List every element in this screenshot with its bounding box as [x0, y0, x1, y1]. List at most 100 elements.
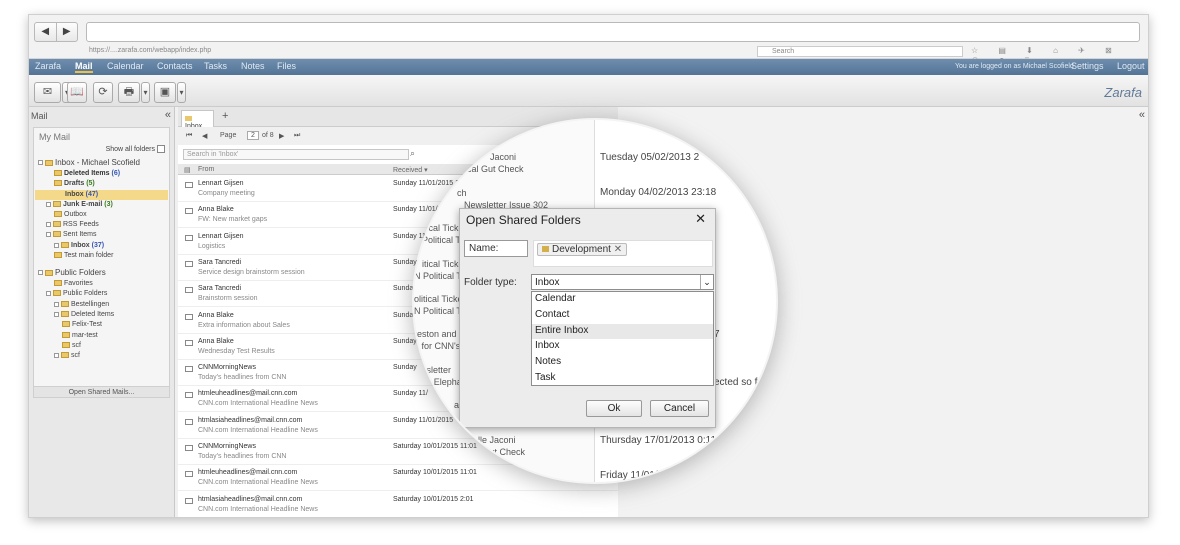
option-task[interactable]: Task [532, 371, 713, 387]
view-button[interactable]: ▣ [154, 82, 176, 103]
show-all-folders[interactable]: Show all folders [106, 145, 165, 153]
from-column[interactable]: From [198, 166, 214, 173]
option-notes[interactable]: Notes [532, 355, 713, 371]
page-label: Page [220, 132, 237, 139]
option-contact[interactable]: Contact [532, 308, 713, 324]
folder-type-select[interactable]: Inbox ⌄ [531, 274, 714, 290]
chevron-down-icon[interactable]: ⌄ [700, 275, 713, 289]
mag-date: Monday 04/02/2013 23:18 [600, 187, 717, 198]
mag-text: itical Gut Check [462, 447, 526, 457]
tree-item-public-folders[interactable]: Public Folders [46, 289, 107, 299]
nav-contacts[interactable]: Contacts [157, 61, 193, 71]
tree-item-outbox[interactable]: Outbox [54, 210, 87, 220]
tree-item-mar-test[interactable]: mar-test [62, 331, 98, 341]
refresh-button[interactable]: ⟳ [93, 82, 113, 103]
tree-item-drafts[interactable]: Drafts (5) [54, 179, 95, 189]
remove-chip-icon[interactable]: ✕ [614, 244, 622, 255]
nav-files[interactable]: Files [277, 61, 296, 71]
show-all-checkbox[interactable] [157, 145, 165, 153]
first-page-icon[interactable]: ⏮ [186, 132, 192, 140]
mag-text: olitical Ticker [414, 294, 466, 304]
tree-item-felix[interactable]: Felix-Test [62, 320, 102, 330]
tree-item-inbox[interactable]: Inbox (47) [35, 190, 168, 200]
expand-icon[interactable] [46, 231, 51, 237]
mag-date: Friday 11/01/2013 2 [600, 470, 689, 481]
forward-button[interactable]: ▶ [57, 23, 78, 41]
row-subject: CNN.com International Headline News [198, 400, 318, 408]
nav-zarafa[interactable]: Zarafa [35, 61, 61, 71]
add-tab-icon[interactable]: + [222, 110, 228, 122]
tree-item-favorites[interactable]: Favorites [54, 279, 93, 289]
cancel-button[interactable]: Cancel [650, 400, 709, 417]
ok-button[interactable]: Ok [586, 400, 642, 417]
mag-text: N Political Ti [414, 306, 464, 316]
tree-item-bestellingen[interactable]: Bestellingen [54, 300, 109, 310]
open-shared-mails-button[interactable]: Open Shared Mails... [33, 386, 170, 398]
collapse-left-icon[interactable]: « [165, 109, 171, 121]
tree-item-test-main[interactable]: Test main folder [54, 251, 113, 261]
search-input[interactable]: Search in 'Inbox' [183, 149, 409, 160]
close-icon[interactable]: ✕ [695, 211, 706, 227]
nav-tasks[interactable]: Tasks [204, 61, 227, 71]
nav-mail[interactable]: Mail [75, 61, 93, 73]
folder-icon [62, 332, 70, 339]
tree-item-store[interactable]: Inbox - Michael Scofield [38, 158, 140, 168]
my-mail-title: My Mail [39, 132, 70, 142]
tree-item-public-deleted[interactable]: Deleted Items [54, 310, 114, 320]
expand-icon[interactable] [54, 311, 59, 317]
option-inbox[interactable]: Inbox [532, 339, 713, 355]
tree-item-junk[interactable]: Junk E-mail (3) [46, 200, 113, 210]
view-dropdown[interactable]: ▾ [177, 82, 186, 103]
folder-icon [62, 342, 70, 349]
tree-label: Drafts [64, 180, 85, 187]
tree-item-sub-inbox[interactable]: Inbox (37) [54, 241, 104, 251]
print-dropdown[interactable]: ▾ [141, 82, 150, 103]
page-input[interactable]: 2 [247, 131, 259, 140]
tree-item-rss[interactable]: RSS Feeds [46, 220, 99, 230]
back-button[interactable]: ◀ [35, 23, 57, 41]
table-row[interactable]: htmlasiaheadlines@mail.cnn.com CNN.com In… [178, 492, 618, 517]
browser-search-input[interactable]: Search [757, 46, 963, 57]
tree-label: Sent Items [63, 231, 97, 238]
expand-icon[interactable] [54, 301, 59, 307]
mag-text: N Political Ti [414, 271, 464, 281]
next-page-icon[interactable]: ▶ [279, 132, 284, 140]
new-mail-button[interactable]: ✉ [34, 82, 61, 103]
expand-icon[interactable] [46, 201, 51, 207]
prev-page-icon[interactable]: ◀ [202, 132, 207, 140]
expand-icon[interactable] [54, 352, 59, 358]
tree-count: (47) [85, 191, 99, 198]
tree-item-sent[interactable]: Sent Items [46, 230, 96, 240]
tree-count: (5) [86, 180, 95, 187]
tab-inbox[interactable]: Inbox [181, 110, 214, 130]
expand-icon[interactable] [38, 160, 43, 166]
last-page-icon[interactable]: ⏭ [294, 132, 300, 140]
option-calendar[interactable]: Calendar [532, 292, 713, 308]
nav-calendar[interactable]: Calendar [107, 61, 144, 71]
tree-label: Deleted Items [64, 170, 110, 177]
browser-nav-buttons[interactable]: ◀ ▶ [34, 22, 78, 42]
tree-item-deleted[interactable]: Deleted Items (6) [54, 169, 120, 179]
print-button[interactable]: 🖶 [118, 82, 140, 103]
expand-icon[interactable] [46, 290, 51, 296]
nav-notes[interactable]: Notes [241, 61, 265, 71]
pencil-icon [54, 180, 62, 187]
expand-icon[interactable] [38, 270, 43, 276]
tree-item-public-store[interactable]: Public Folders [38, 268, 106, 278]
development-chip[interactable]: Development ✕ [537, 243, 628, 256]
tree-item-scf-2[interactable]: scf [54, 351, 80, 361]
expand-icon[interactable] [46, 221, 51, 227]
url-text: https://....zarafa.com/webapp/index.php [89, 47, 212, 54]
folder-tree: My Mail Show all folders Inbox - Michael… [33, 127, 170, 387]
address-book-button[interactable]: 📖 [67, 82, 87, 103]
name-field[interactable]: Development ✕ [533, 240, 713, 267]
expand-icon[interactable] [54, 242, 59, 248]
tree-item-scf[interactable]: scf [62, 341, 81, 351]
settings-link[interactable]: Settings [1071, 61, 1104, 71]
folder-type-label: Folder type: [464, 277, 517, 288]
icon-column[interactable]: ▤ [184, 166, 191, 174]
option-entire-inbox[interactable]: Entire Inbox [532, 323, 713, 340]
address-bar[interactable] [86, 22, 1140, 42]
logout-link[interactable]: Logout [1117, 61, 1145, 71]
collapse-right-icon[interactable]: « [1139, 109, 1145, 121]
